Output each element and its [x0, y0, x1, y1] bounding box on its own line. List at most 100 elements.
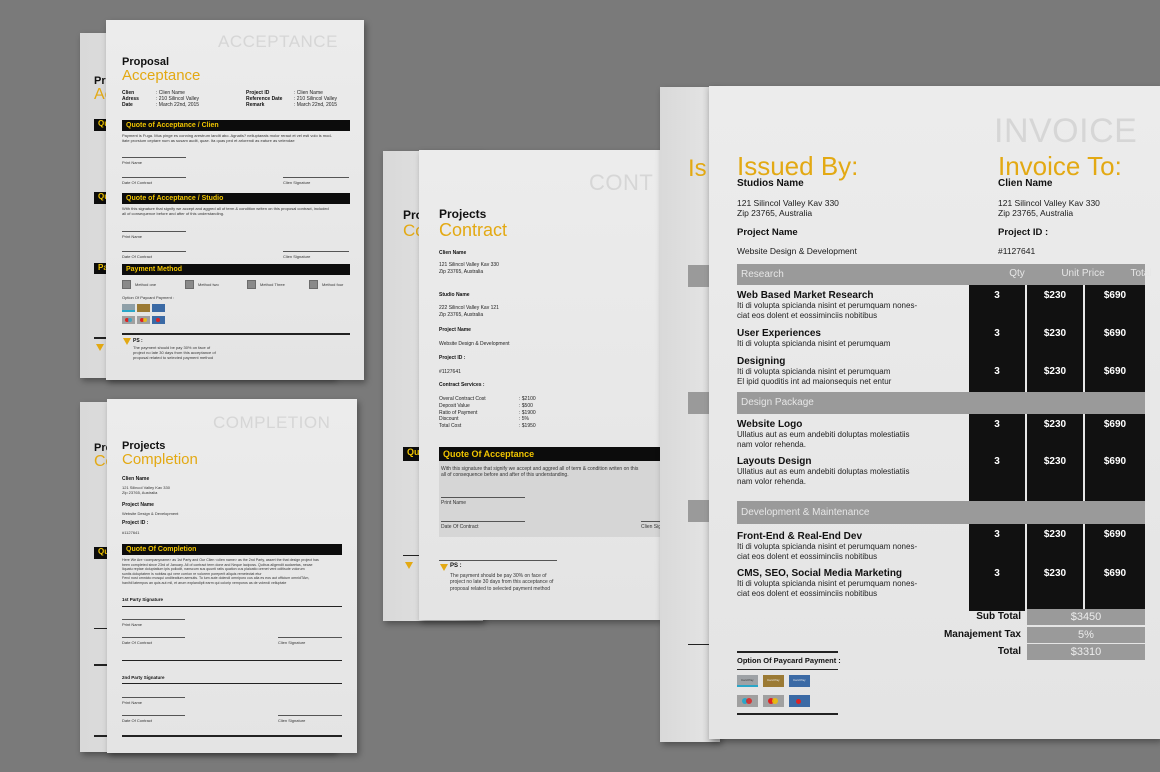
info-left-values: : Clien Name: 210 Silincol Valley: March… [156, 90, 200, 108]
method-three-label: Method Three [260, 282, 285, 287]
date-line[interactable] [122, 637, 185, 638]
clien-address: 121 Silincol Valley Kav 330 Zip 23765, Au… [122, 485, 170, 495]
paycard-label: Option Of Paycard Payment : [122, 295, 175, 300]
subtotal-label: Sub Total [976, 611, 1021, 622]
method-three-checkbox[interactable] [247, 280, 256, 289]
section-bar-clien: Quote of Acceptance / Clien [122, 120, 350, 131]
signature-label-2: Clien Signature [283, 254, 311, 259]
paycard-label: Option Of Paycard Payment : [737, 656, 841, 665]
section-bar-payment: Payment Method [122, 264, 350, 275]
project-name: Website Design & Development [439, 341, 510, 347]
card-icon[interactable] [152, 304, 165, 312]
date-label: Date Of Contract [441, 524, 479, 530]
date-label: Date Of Contract [122, 640, 153, 645]
section-bar-studio: Quote of Acceptance / Studio [122, 193, 350, 204]
completion-page: COMPLETION Projects Completion Clien Nam… [107, 399, 357, 753]
print-name-line[interactable] [441, 497, 525, 498]
mastercard-icon[interactable] [763, 695, 784, 707]
divider [122, 683, 342, 684]
method-four-checkbox[interactable] [309, 280, 318, 289]
project-name-label: Project Name [439, 327, 471, 333]
watermark: COMPLETION [213, 413, 331, 432]
mastercard-icon[interactable] [137, 316, 150, 324]
section-bar-completion: Quote Of Completion [122, 544, 342, 555]
project-name: Website Design & Development [737, 246, 857, 256]
ps-text: The payment should be pay 30% on face of… [450, 573, 554, 592]
client-address: 121 Silincol Valley Kav 330 Zip 23765, Au… [998, 198, 1100, 218]
mastercard-icon[interactable] [122, 316, 135, 324]
acceptance-page: ACCEPTANCE Proposal Acceptance Clien Adre… [106, 20, 364, 380]
flag-icon [123, 338, 131, 345]
signature-line[interactable] [641, 521, 661, 522]
card-pay-icon[interactable]: Card Pay [763, 675, 784, 687]
print-name-line-2[interactable] [122, 231, 186, 232]
studio-address: 222 Silincol Valley Kav 121 Zip 23765, Au… [439, 305, 499, 318]
paycard-divider [737, 669, 838, 670]
divider [122, 735, 342, 737]
date-line[interactable] [441, 521, 525, 522]
project-name-label: Project Name [737, 227, 798, 238]
section-header-development: Development & Maintenance [737, 501, 1145, 524]
contract-page: CONT Projects Contract Clien Name 121 Si… [419, 150, 661, 620]
project-id: #1127641 [439, 369, 461, 375]
clien-name-label: Clien Name [122, 476, 150, 482]
project-name: Website Design & Development [122, 511, 179, 516]
ps-label: PS : [450, 563, 462, 569]
signature-label-2: Clien Signature [278, 718, 306, 723]
project-id-label: Project ID : [998, 227, 1049, 238]
date-line-2[interactable] [122, 251, 186, 252]
tax-value: 5% [1027, 627, 1145, 643]
date-label-2: Date Of Contract [122, 254, 153, 259]
project-id: #1127641 [122, 530, 140, 535]
back-flag-icon [405, 562, 413, 569]
print-name-label: Print Name [441, 500, 467, 506]
col-qty: Qty [1009, 268, 1025, 279]
signature-line[interactable] [283, 177, 349, 178]
card-pay-icon[interactable]: Card Pay [737, 675, 758, 687]
services-values: : $2100: $500: $1900: 5%: $1950 [519, 396, 536, 430]
print-name-line[interactable] [122, 619, 185, 620]
studio-name-label: Studio Name [439, 292, 470, 298]
tax-label: Manajement Tax [943, 629, 1021, 640]
signature-line-2[interactable] [283, 251, 349, 252]
print-name-line[interactable] [122, 157, 186, 158]
ps-divider [439, 560, 557, 561]
method-two-label: Method two [198, 282, 219, 287]
page-title: Acceptance [122, 67, 201, 84]
date-label-2: Date Of Contract [122, 718, 153, 723]
title-top: Projects [439, 207, 487, 221]
section-header-design: Design Package [737, 392, 1145, 414]
maestro-icon[interactable] [152, 316, 165, 324]
paycard-divider [737, 713, 838, 715]
divider [122, 660, 342, 661]
date-line-2[interactable] [122, 715, 185, 716]
maestro-icon[interactable] [789, 695, 810, 707]
card-pay-icon[interactable]: Card Pay [789, 675, 810, 687]
project-name-label: Project Name [122, 502, 154, 508]
back-flag-icon [96, 344, 104, 351]
client-name: Clien Name [998, 178, 1053, 189]
total-value: $3310 [1027, 644, 1145, 660]
signature-line-2[interactable] [278, 715, 342, 716]
issuer-address: 121 Silincol Valley Kav 330 Zip 23765, Au… [737, 198, 839, 218]
date-line[interactable] [122, 177, 186, 178]
info-right-labels: Project ID Reference Date Remark [246, 90, 283, 108]
section2-text: With this signature that signify we acce… [122, 206, 329, 216]
card-icon[interactable] [137, 304, 150, 312]
completion-text: Here We Are <companyname> as 1st Party a… [122, 558, 319, 585]
services-label: Contract Services : [439, 382, 485, 388]
method-one-checkbox[interactable] [122, 280, 131, 289]
signature-line[interactable] [278, 637, 342, 638]
divider [122, 333, 350, 335]
mastercard-icon[interactable] [737, 695, 758, 707]
issuer-name: Studios Name [737, 178, 804, 189]
signature-label: Clien Signature [283, 180, 311, 185]
print-name-label-2: Print Name [122, 700, 143, 705]
print-name-line-2[interactable] [122, 697, 185, 698]
date-label: Date Of Contract [122, 180, 153, 185]
method-two-checkbox[interactable] [185, 280, 194, 289]
ps-text: The payment should be pay 30% on face of… [133, 345, 216, 360]
print-name-label: Print Name [122, 622, 143, 627]
card-icon[interactable] [122, 304, 135, 312]
watermark: INVOICE [994, 112, 1138, 150]
